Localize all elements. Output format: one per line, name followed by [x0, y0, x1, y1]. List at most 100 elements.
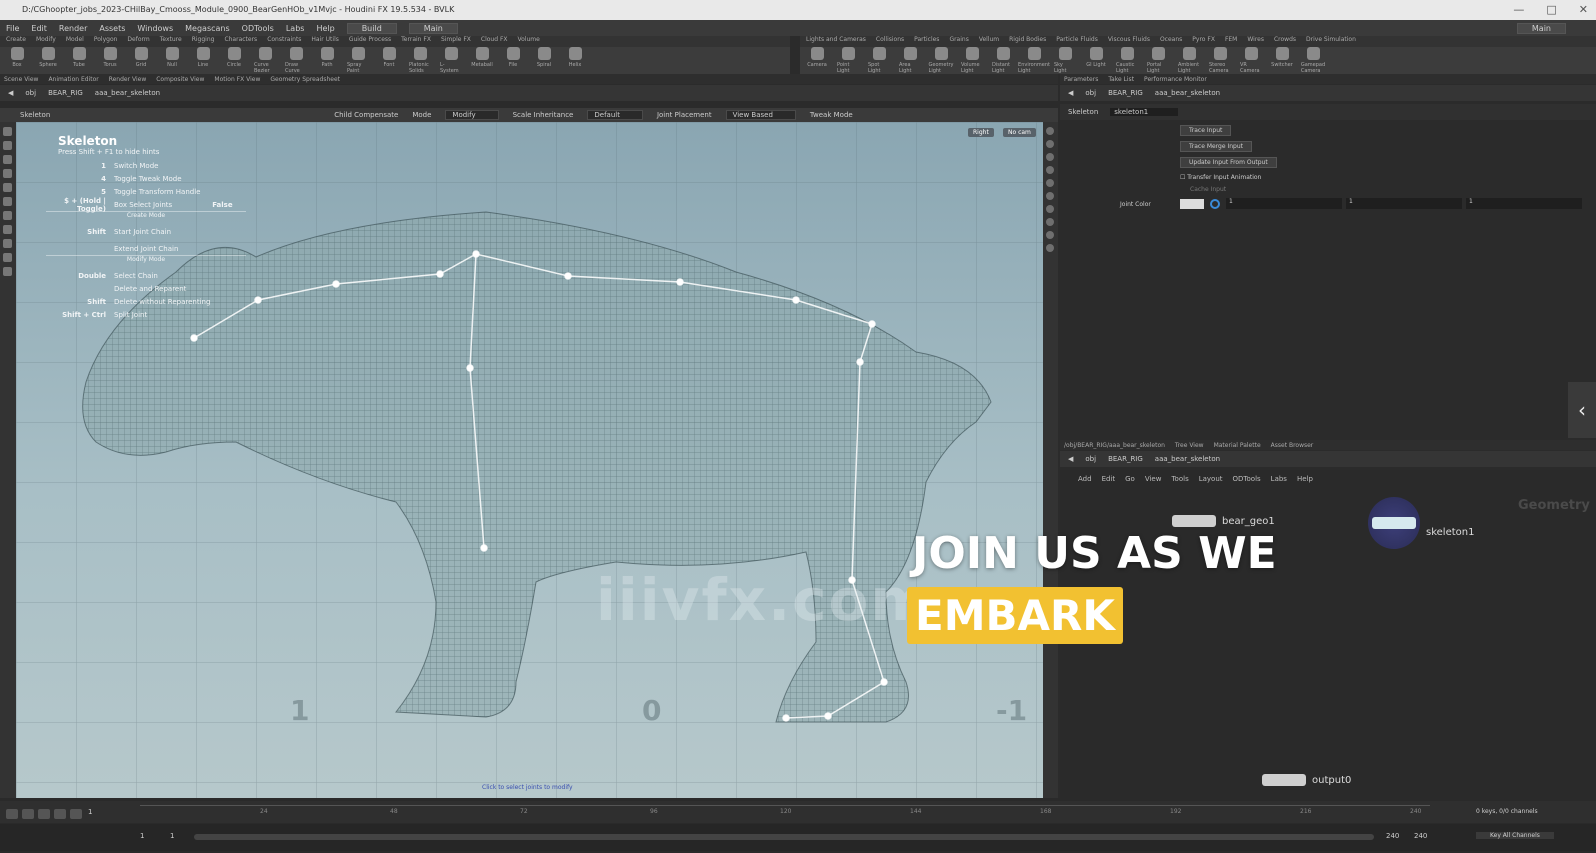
- tool-helix[interactable]: Helix: [564, 47, 586, 74]
- node-skeleton1[interactable]: skeleton1: [1368, 497, 1474, 549]
- shelf-tab[interactable]: Lights and Cameras: [806, 36, 866, 47]
- tool-torus[interactable]: Torus: [99, 47, 121, 74]
- path-node[interactable]: aaa_bear_skeleton: [1155, 89, 1220, 97]
- net-menu-add[interactable]: Add: [1078, 475, 1092, 483]
- joint[interactable]: [824, 712, 832, 720]
- pose-icon[interactable]: [3, 197, 12, 206]
- joint[interactable]: [868, 320, 876, 328]
- joint[interactable]: [856, 358, 864, 366]
- tab-take-list[interactable]: Take List: [1108, 76, 1134, 83]
- shelf-tab[interactable]: Modify: [36, 36, 56, 47]
- range-end-2[interactable]: 240: [1414, 832, 1427, 840]
- camera-icon[interactable]: [1046, 205, 1054, 213]
- joint-color-g[interactable]: 1: [1346, 198, 1462, 209]
- flipbook-icon[interactable]: [3, 267, 12, 276]
- trace-merge-input-button[interactable]: Trace Merge Input: [1180, 141, 1252, 152]
- shelf-tab[interactable]: Oceans: [1160, 36, 1182, 47]
- menu-assets[interactable]: Assets: [99, 24, 125, 33]
- move-icon[interactable]: [3, 141, 12, 150]
- tool-lsystem[interactable]: L-System: [440, 47, 462, 74]
- back-icon[interactable]: ◀: [8, 89, 13, 97]
- rotate-icon[interactable]: [3, 155, 12, 164]
- menu-file[interactable]: File: [6, 24, 19, 33]
- shelf-tab[interactable]: Hair Utils: [311, 36, 338, 47]
- tab-network-path[interactable]: /obj/BEAR_RIG/aaa_bear_skeleton: [1064, 442, 1165, 449]
- range-start[interactable]: 1: [140, 832, 144, 840]
- tweak-mode-toggle[interactable]: Tweak Mode: [810, 111, 853, 119]
- timeline-bar[interactable]: 1 24 48 72 96 120 144 168 192 216 240 0 …: [0, 801, 1596, 823]
- shelf-tab[interactable]: Polygon: [94, 36, 118, 47]
- shelf-tab[interactable]: Deform: [127, 36, 149, 47]
- shelf-tab[interactable]: Drive Simulation: [1306, 36, 1356, 47]
- shelf-tab[interactable]: Cloud FX: [481, 36, 508, 47]
- timeline-ruler[interactable]: 24 48 72 96 120 144 168 192 216 240: [140, 805, 1430, 819]
- step-back-icon[interactable]: [22, 809, 34, 819]
- back-icon[interactable]: ◀: [1068, 89, 1073, 97]
- close-icon[interactable]: ✕: [1579, 0, 1588, 20]
- tool-geometry-light[interactable]: Geometry Light: [929, 47, 953, 74]
- path-node[interactable]: aaa_bear_skeleton: [95, 89, 160, 97]
- net-menu-labs[interactable]: Labs: [1271, 475, 1287, 483]
- joint[interactable]: [792, 296, 800, 304]
- transfer-animation-checkbox[interactable]: ☐ Transfer Input Animation: [1180, 174, 1261, 181]
- node-output0[interactable]: output0: [1262, 774, 1351, 786]
- op-name-field[interactable]: skeleton1: [1110, 108, 1179, 116]
- menu-megascans[interactable]: Megascans: [185, 24, 230, 33]
- tool-spray-paint[interactable]: Spray Paint: [347, 47, 369, 74]
- joint-color-r[interactable]: 1: [1226, 198, 1342, 209]
- collapse-panel-icon[interactable]: ‹: [1568, 382, 1596, 438]
- path-rig[interactable]: BEAR_RIG: [1108, 455, 1143, 463]
- joint-color-b[interactable]: 1: [1466, 198, 1582, 209]
- handle-icon[interactable]: [3, 183, 12, 192]
- tool-stereo-camera[interactable]: Stereo Camera: [1209, 47, 1231, 74]
- node-bear-geo1[interactable]: bear_geo1: [1172, 515, 1275, 527]
- network-editor[interactable]: Add Edit Go View Tools Layout ODTools La…: [1060, 470, 1596, 798]
- lock-icon[interactable]: [1046, 140, 1054, 148]
- joint[interactable]: [254, 296, 262, 304]
- display-options-icon[interactable]: [1046, 127, 1054, 135]
- tab-animation-editor[interactable]: Animation Editor: [48, 76, 98, 83]
- range-end[interactable]: 240: [1386, 832, 1399, 840]
- shelf-tab[interactable]: Characters: [224, 36, 257, 47]
- tool-point-light[interactable]: Point Light: [837, 47, 859, 74]
- right-desktop-select[interactable]: Main: [1516, 22, 1566, 34]
- tab-render-view[interactable]: Render View: [109, 76, 147, 83]
- jump-start-icon[interactable]: [6, 809, 18, 819]
- tool-environment-light[interactable]: Environment Light: [1018, 47, 1050, 74]
- shelf-tab[interactable]: Particles: [914, 36, 939, 47]
- tool-box[interactable]: Box: [6, 47, 28, 74]
- tab-performance-monitor[interactable]: Performance Monitor: [1144, 76, 1207, 83]
- shelf-tab[interactable]: Vellum: [979, 36, 999, 47]
- tab-composite-view[interactable]: Composite View: [156, 76, 204, 83]
- joint[interactable]: [472, 250, 480, 258]
- shading-icon[interactable]: [1046, 153, 1054, 161]
- menu-render[interactable]: Render: [59, 24, 87, 33]
- tool-line[interactable]: Line: [192, 47, 214, 74]
- shelf-tab[interactable]: Pyro FX: [1192, 36, 1215, 47]
- joint[interactable]: [676, 278, 684, 286]
- joint[interactable]: [480, 544, 488, 552]
- tool-draw-curve[interactable]: Draw Curve: [285, 47, 307, 74]
- tab-parameters[interactable]: Parameters: [1064, 76, 1098, 83]
- joint[interactable]: [332, 280, 340, 288]
- view-right-menu[interactable]: Right: [968, 128, 994, 137]
- stop-icon[interactable]: [38, 809, 50, 819]
- scale-icon[interactable]: [3, 169, 12, 178]
- view-icon[interactable]: [3, 211, 12, 220]
- tool-sky-light[interactable]: Sky Light: [1054, 47, 1076, 74]
- tool-switcher[interactable]: Switcher: [1271, 47, 1293, 74]
- tab-tree-view[interactable]: Tree View: [1175, 442, 1204, 449]
- points-icon[interactable]: [1046, 218, 1054, 226]
- tool-area-light[interactable]: Area Light: [899, 47, 921, 74]
- net-menu-help[interactable]: Help: [1297, 475, 1313, 483]
- menu-edit[interactable]: Edit: [31, 24, 47, 33]
- shelf-tab[interactable]: Collisions: [876, 36, 904, 47]
- desktop-select[interactable]: Build: [346, 22, 397, 34]
- minimize-icon[interactable]: —: [1513, 0, 1524, 20]
- menu-windows[interactable]: Windows: [137, 24, 173, 33]
- trace-input-button[interactable]: Trace Input: [1180, 125, 1232, 136]
- wireframe-icon[interactable]: [1046, 166, 1054, 174]
- net-menu-view[interactable]: View: [1145, 475, 1162, 483]
- joint[interactable]: [564, 272, 572, 280]
- tool-sphere[interactable]: Sphere: [37, 47, 59, 74]
